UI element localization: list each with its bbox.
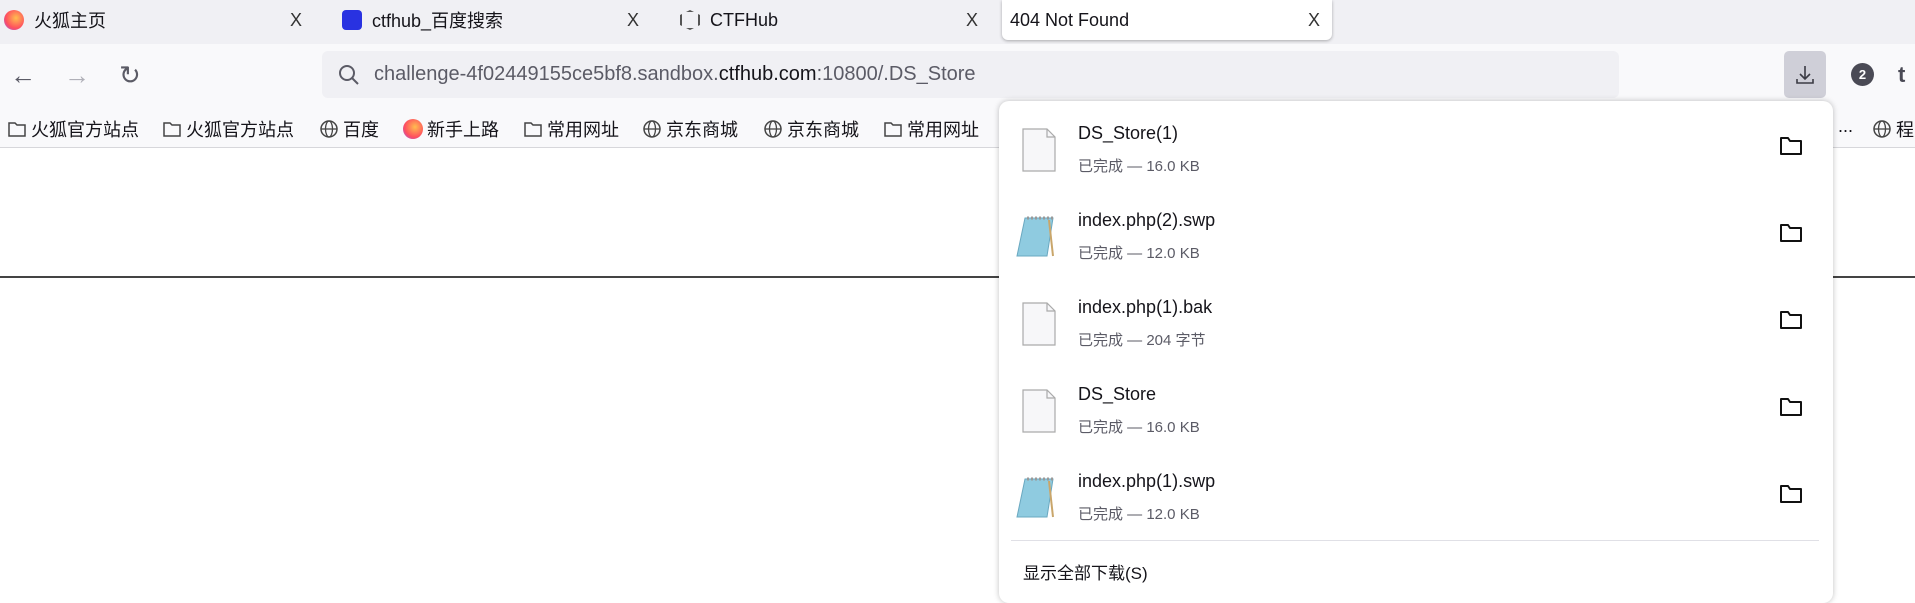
url-host: ctfhub.com [718,63,817,85]
close-tab-icon[interactable]: X [627,10,639,31]
bookmark-item[interactable]: 火狐官方站点 [162,116,294,142]
tab-ctfhub[interactable]: CTFHub X [680,0,990,40]
tab-bar: 火狐主页 X ctfhub_百度搜索 X CTFHub X 404 Not Fo… [0,0,1915,44]
download-item[interactable]: DS_Store 已完成 — 16.0 KB [999,366,1833,453]
navigation-toolbar: ← → ↻ challenge-4f02449155ce5bf8.sandbox… [0,44,1915,106]
tab-title: ctfhub_百度搜索 [372,11,504,31]
back-button[interactable]: ← [10,60,36,90]
download-item[interactable]: DS_Store(1) 已完成 — 16.0 KB [999,105,1833,192]
folder-icon [523,119,543,139]
page-horizontal-rule [1832,276,1915,278]
bookmark-item[interactable]: 京东商城 [763,116,859,142]
downloads-panel: DS_Store(1) 已完成 — 16.0 KB index.php(2).s… [999,101,1833,603]
download-icon [1796,65,1814,84]
bookmark-label: 京东商城 [787,120,859,140]
bookmark-item[interactable]: 常用网址 [523,116,619,142]
forward-button[interactable]: → [64,60,90,90]
firefox-icon [4,10,24,30]
search-icon [339,64,359,85]
globe-icon [642,119,662,139]
tab-title: 404 Not Found [1010,9,1130,30]
open-folder-icon[interactable] [1779,309,1803,336]
downloads-button[interactable] [1784,51,1826,98]
open-folder-icon[interactable] [1779,135,1803,162]
url-bar[interactable]: challenge-4f02449155ce5bf8.sandbox. ctfhu… [322,51,1619,98]
bookmark-item[interactable]: 程 [1872,116,1914,142]
folder-icon [7,119,27,139]
bookmark-label: 百度 [343,120,379,140]
blank-file-icon [1021,388,1057,439]
bookmark-label: 常用网址 [547,120,619,140]
tab-baidu-search[interactable]: ctfhub_百度搜索 X [342,0,652,40]
baidu-paw-icon [342,10,362,30]
page-horizontal-rule [0,276,1000,278]
bookmark-item[interactable]: 常用网址 [883,116,979,142]
tab-404-not-found[interactable]: 404 Not Found X [1002,0,1332,40]
folder-icon [883,119,903,139]
folder-icon [162,119,182,139]
download-filename: index.php(1).swp [1078,471,1216,491]
download-item[interactable]: index.php(2).swp 已完成 — 12.0 KB [999,192,1833,279]
bookmark-label: 新手上路 [427,120,499,140]
show-all-downloads-button[interactable]: 显示全部下载(S) [1023,559,1148,584]
download-item[interactable]: index.php(1).bak 已完成 — 204 字节 [999,279,1833,366]
tab-title: 火狐主页 [34,11,106,31]
url-prefix: challenge-4f02449155ce5bf8.sandbox. [374,63,719,85]
tab-firefox-home[interactable]: 火狐主页 X [4,0,314,40]
bookmark-item[interactable]: 新手上路 [403,116,499,142]
bookmark-item[interactable]: 百度 [319,116,379,142]
extension-badge[interactable]: 2 [1851,63,1874,86]
bookmark-label: 常用网址 [907,120,979,140]
download-filename: index.php(1).bak [1078,297,1213,317]
blank-file-icon [1021,301,1057,352]
open-folder-icon[interactable] [1779,222,1803,249]
bookmark-item[interactable]: 京东商城 [642,116,738,142]
bookmark-item[interactable]: 火狐官方站点 [7,116,139,142]
blank-file-icon [1021,127,1057,178]
ctfhub-logo-icon [680,10,700,30]
download-filename: DS_Store(1) [1078,123,1179,143]
notepad-file-icon [1015,475,1059,526]
close-tab-icon[interactable]: X [290,10,302,31]
download-status: 已完成 — 16.0 KB [1078,419,1200,436]
reload-button[interactable]: ↻ [119,60,141,90]
firefox-icon [403,119,423,139]
download-item[interactable]: index.php(1).swp 已完成 — 12.0 KB [999,453,1833,540]
download-filename: index.php(2).swp [1078,210,1216,230]
bookmark-label: 程 [1896,120,1914,140]
bookmark-label: 京东商城 [666,120,738,140]
close-tab-icon[interactable]: X [966,10,978,31]
download-filename: DS_Store [1078,384,1157,404]
panel-separator [1011,540,1819,541]
globe-icon [1872,119,1892,139]
open-folder-icon[interactable] [1779,396,1803,423]
notepad-file-icon [1015,214,1059,265]
download-status: 已完成 — 12.0 KB [1078,245,1200,262]
download-status: 已完成 — 16.0 KB [1078,158,1200,175]
open-folder-icon[interactable] [1779,483,1803,510]
globe-icon [319,119,339,139]
globe-icon [763,119,783,139]
close-tab-icon[interactable]: X [1308,10,1320,31]
bookmark-label: 火狐官方站点 [31,120,139,140]
download-status: 已完成 — 204 字节 [1078,332,1206,349]
tab-title: CTFHub [710,9,779,30]
extension-icon[interactable]: t [1898,62,1905,88]
download-status: 已完成 — 12.0 KB [1078,506,1200,523]
bookmark-truncated: ... [1838,116,1854,136]
url-suffix: :10800/.DS_Store [816,63,976,85]
bookmark-overflow[interactable]: ... [1838,116,1853,137]
bookmark-label: 火狐官方站点 [186,120,294,140]
